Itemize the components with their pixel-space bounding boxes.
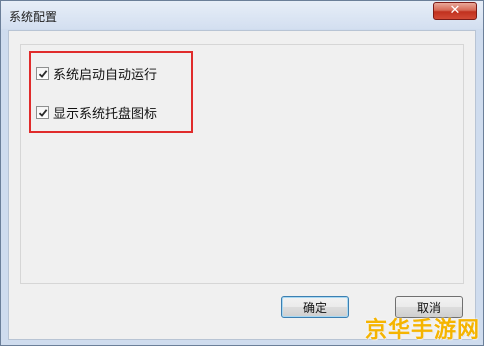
window-title: 系统配置 (9, 10, 58, 24)
auto-start-checkbox[interactable] (36, 66, 49, 80)
dialog-client-area: 系统启动自动运行 显示系统托盘图标 确定 取消 (8, 30, 476, 340)
dialog-window: 系统配置 ✕ 系统启动自动运行 显示系统托盘图标 确定 取消 (0, 0, 484, 346)
checkmark-icon (38, 108, 48, 117)
tray-icon-checkbox[interactable] (36, 105, 49, 119)
close-icon: ✕ (449, 3, 461, 18)
checkmark-icon (38, 69, 48, 78)
close-button[interactable]: ✕ (433, 2, 477, 20)
title-bar[interactable]: 系统配置 ✕ (1, 1, 483, 29)
ok-button[interactable]: 确定 (281, 296, 349, 318)
tray-icon-label: 显示系统托盘图标 (53, 106, 158, 122)
tray-icon-checkbox-row[interactable]: 显示系统托盘图标 (36, 104, 158, 122)
auto-start-label: 系统启动自动运行 (53, 67, 158, 83)
auto-start-checkbox-row[interactable]: 系统启动自动运行 (36, 65, 158, 83)
watermark-logo: 京华手游网 (364, 318, 480, 343)
